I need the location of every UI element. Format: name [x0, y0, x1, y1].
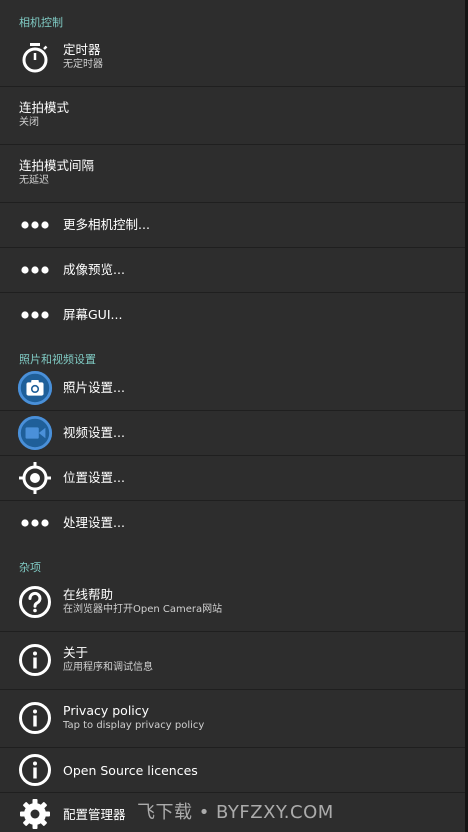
about-title: 关于 [63, 645, 89, 660]
preview-title: 成像预览... [63, 262, 125, 277]
privacy-policy-item[interactable]: Privacy policy Tap to display privacy po… [0, 690, 465, 748]
timer-title: 定时器 [63, 42, 101, 57]
burst-interval-item[interactable]: 连拍模式间隔 无延迟 [0, 145, 465, 203]
section-header-camera-controls: 相机控制 [19, 16, 63, 29]
processing-settings-title: 处理设置... [63, 515, 125, 530]
processing-settings-item[interactable]: 处理设置... [0, 501, 465, 546]
about-item[interactable]: 关于 应用程序和调试信息 [0, 632, 465, 690]
location-settings-title: 位置设置... [63, 470, 125, 485]
screen-gui-title: 屏幕GUI... [63, 307, 123, 322]
privacy-policy-subtitle: Tap to display privacy policy [63, 720, 205, 731]
gear-icon [17, 796, 53, 832]
online-help-item[interactable]: 在线帮助 在浏览器中打开Open Camera网站 [0, 574, 465, 632]
more-dots-icon [17, 297, 53, 333]
video-settings-item[interactable]: 视频设置... [0, 411, 465, 456]
more-camera-controls-item[interactable]: 更多相机控制... [0, 203, 465, 248]
licences-title: Open Source licences [63, 763, 198, 778]
about-subtitle: 应用程序和调试信息 [63, 662, 153, 673]
location-target-icon [17, 460, 53, 496]
preview-item[interactable]: 成像预览... [0, 248, 465, 293]
section-header-misc: 杂项 [19, 561, 41, 574]
photo-settings-title: 照片设置... [63, 380, 125, 395]
section-header-photo-video: 照片和视频设置 [19, 353, 96, 366]
online-help-title: 在线帮助 [63, 587, 114, 602]
burst-mode-subtitle: 关闭 [19, 117, 39, 128]
help-icon [17, 584, 53, 620]
burst-mode-item[interactable]: 连拍模式 关闭 [0, 87, 465, 145]
photo-settings-item[interactable]: 照片设置... [0, 366, 465, 411]
info-icon [17, 752, 53, 788]
burst-interval-title: 连拍模式间隔 [19, 158, 95, 173]
more-camera-controls-title: 更多相机控制... [63, 217, 150, 232]
privacy-policy-title: Privacy policy [63, 703, 150, 718]
settings-list: 相机控制 定时器 无定时器 连拍模式 关闭 连拍模式间隔 无延迟 更多相机控制.… [0, 0, 465, 832]
videocam-icon [17, 415, 53, 451]
timer-subtitle: 无定时器 [63, 59, 103, 70]
camera-icon [17, 370, 53, 406]
more-dots-icon [17, 505, 53, 541]
licences-item[interactable]: Open Source licences [0, 748, 465, 793]
timer-icon [17, 40, 53, 76]
config-manager-title: 配置管理器 [63, 807, 126, 822]
more-dots-icon [17, 252, 53, 288]
info-icon [17, 642, 53, 678]
burst-mode-title: 连拍模式 [19, 100, 70, 115]
online-help-subtitle: 在浏览器中打开Open Camera网站 [63, 604, 223, 615]
burst-interval-subtitle: 无延迟 [19, 175, 49, 186]
location-settings-item[interactable]: 位置设置... [0, 456, 465, 501]
watermark-text: 飞下载 • BYFZXY.COM [137, 802, 334, 823]
timer-item[interactable]: 定时器 无定时器 [0, 30, 465, 87]
info-icon [17, 700, 53, 736]
video-settings-title: 视频设置... [63, 425, 125, 440]
screen-gui-item[interactable]: 屏幕GUI... [0, 293, 465, 338]
more-dots-icon [17, 207, 53, 243]
